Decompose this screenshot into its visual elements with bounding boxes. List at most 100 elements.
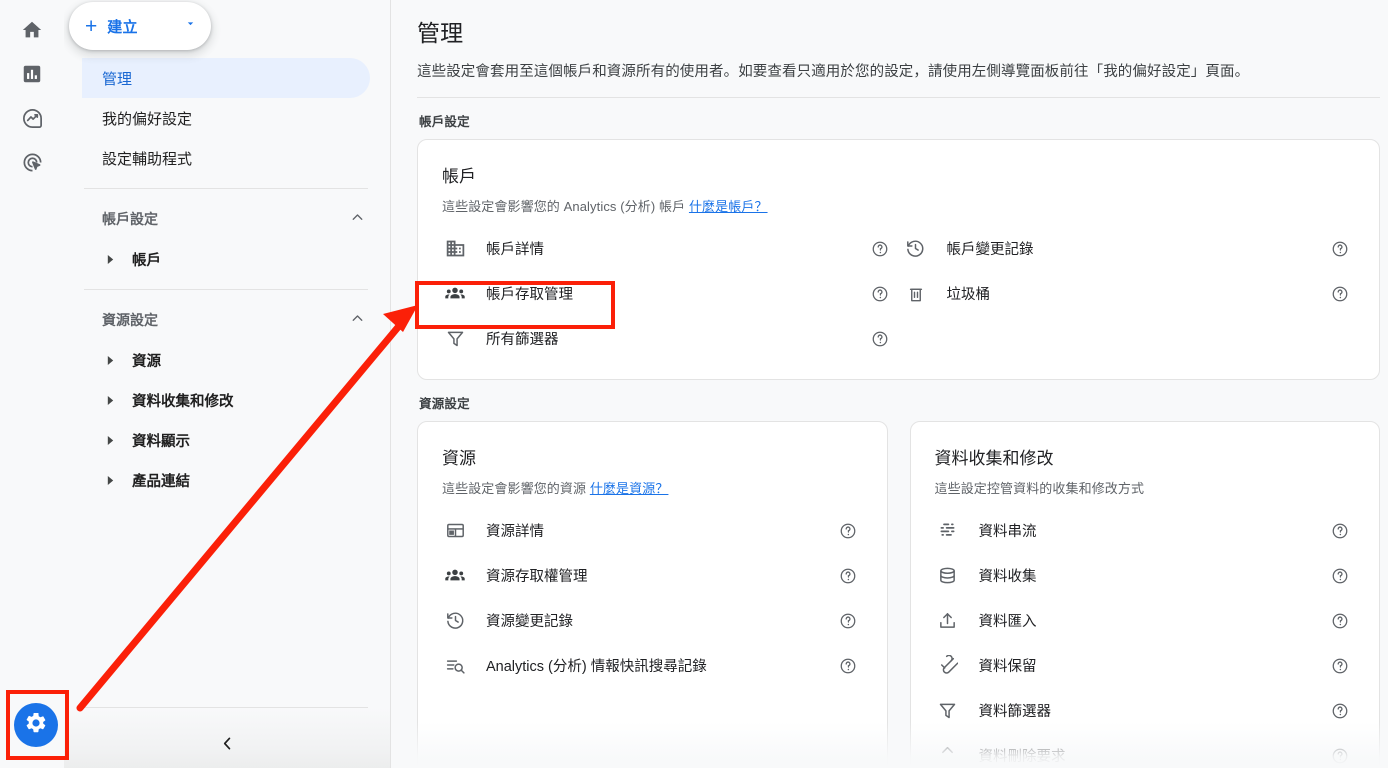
account-card-rows: 帳戶詳情 帳戶存取管理 所有篩選器 帳戶變更記錄 垃圾桶: [442, 226, 1363, 361]
row-intelligence-search-history[interactable]: Analytics (分析) 情報快訊搜尋記錄: [442, 643, 871, 688]
create-button-label: 建立: [107, 18, 138, 36]
help-icon[interactable]: [1331, 285, 1351, 303]
create-button[interactable]: + 建立: [69, 2, 211, 50]
history-icon: [442, 610, 468, 631]
property-card-title: 資源: [442, 449, 476, 468]
row-label: 資料篩選器: [978, 704, 1052, 720]
help-icon[interactable]: [839, 612, 859, 630]
help-icon[interactable]: [1331, 747, 1351, 765]
chevron-down-icon: [184, 17, 197, 35]
magnet-icon: [935, 655, 961, 676]
help-icon[interactable]: [839, 522, 859, 540]
help-icon[interactable]: [1331, 612, 1351, 630]
help-icon[interactable]: [1331, 657, 1351, 675]
row-label: 資源詳情: [486, 524, 544, 540]
data-collection-card-subtitle: 這些設定控管資料的收集和修改方式: [934, 481, 1145, 496]
row-account-change-history[interactable]: 帳戶變更記錄: [903, 226, 1364, 271]
what-is-property-link[interactable]: 什麼是資源？: [590, 481, 669, 496]
section-label-property-settings: 資源設定: [419, 397, 470, 411]
reports-icon: [21, 63, 43, 85]
help-icon[interactable]: [1331, 702, 1351, 720]
help-icon[interactable]: [839, 567, 859, 585]
page-title: 管理: [417, 20, 464, 46]
data-collection-card-title: 資料收集和修改: [934, 449, 1054, 468]
nav-group-account-settings[interactable]: 帳戶設定: [82, 199, 390, 239]
row-property-change-history[interactable]: 資源變更記錄: [442, 598, 871, 643]
main-content: 管理 這些設定會套用至這個帳戶和資源所有的使用者。如要查看只適用於您的設定，請使…: [391, 0, 1388, 768]
chevron-up-icon: [349, 209, 366, 229]
collapse-nav-button[interactable]: [64, 734, 390, 758]
triangle-right-icon: [102, 395, 118, 405]
property-card-subtitle: 這些設定會影響您的資源 什麼是資源？: [442, 478, 871, 497]
row-all-filters[interactable]: 所有篩選器: [442, 316, 903, 361]
nav-subitem-label: 產品連結: [132, 473, 190, 490]
row-data-retention[interactable]: 資料保留: [935, 643, 1364, 688]
account-card-left-column: 帳戶詳情 帳戶存取管理 所有篩選器: [442, 226, 903, 361]
property-card-rows: 資源詳情 資源存取權管理 資源變更記錄 Analytics (分析) 情報快訊搜…: [442, 508, 871, 688]
row-label: 資料匯入: [978, 614, 1037, 630]
row-spacer: [903, 316, 1364, 361]
row-label: 帳戶詳情: [486, 242, 544, 258]
row-data-streams[interactable]: 資料串流: [935, 508, 1364, 553]
row-property-details[interactable]: 資源詳情: [442, 508, 871, 553]
nav-subitem-label: 資料顯示: [132, 433, 190, 450]
upload-icon: [935, 610, 961, 631]
row-trash[interactable]: 垃圾桶: [903, 271, 1364, 316]
database-icon: [935, 565, 961, 586]
row-label: 資源存取權管理: [486, 569, 588, 585]
nav-subitem-data-collection[interactable]: 資料收集和修改: [82, 380, 370, 420]
data-collection-card-rows: 資料串流 資料收集 資料匯入 資料保留 資料篩選器 資料刪除要求: [935, 508, 1364, 768]
nav-subitem-account[interactable]: 帳戶: [82, 239, 370, 279]
property-details-icon: [442, 520, 468, 541]
rail-item-advertising[interactable]: [12, 142, 52, 182]
help-icon[interactable]: [871, 330, 891, 348]
header-divider: [417, 97, 1380, 98]
row-data-filters[interactable]: 資料篩選器: [935, 688, 1364, 733]
row-label: 資料串流: [978, 524, 1037, 540]
help-icon[interactable]: [1331, 522, 1351, 540]
settings-nav-panel: + 建立 管理 我的偏好設定 設定輔助程式 帳戶設定 帳戶 資源設定 資源 資料…: [64, 0, 391, 768]
row-label: 資料保留: [978, 659, 1037, 675]
help-icon[interactable]: [1331, 240, 1351, 258]
account-card-subtitle: 這些設定會影響您的 Analytics (分析) 帳戶 什麼是帳戶？: [442, 196, 1363, 215]
nav-item-setup-assistant[interactable]: 設定輔助程式: [82, 138, 370, 178]
group-icon: [442, 283, 468, 305]
triangle-right-icon: [102, 355, 118, 365]
nav-subitem-product-links[interactable]: 產品連結: [82, 460, 370, 500]
nav-subitem-data-display[interactable]: 資料顯示: [82, 420, 370, 460]
data-stream-icon: [935, 520, 961, 541]
row-data-collection[interactable]: 資料收集: [935, 553, 1364, 598]
rail-item-explore[interactable]: [12, 98, 52, 138]
row-account-access-management[interactable]: 帳戶存取管理: [442, 271, 903, 316]
search-list-icon: [442, 655, 468, 676]
rail-item-home[interactable]: [12, 10, 52, 50]
nav-divider: [84, 289, 368, 290]
help-icon[interactable]: [871, 240, 891, 258]
help-icon[interactable]: [1331, 567, 1351, 585]
nav-item-admin[interactable]: 管理: [82, 58, 370, 98]
triangle-right-icon: [102, 475, 118, 485]
chevron-up-icon: [349, 310, 366, 330]
nav-list: 管理 我的偏好設定 設定輔助程式 帳戶設定 帳戶 資源設定 資源 資料收集和修改…: [64, 0, 390, 500]
account-card-subtitle-text: 這些設定會影響您的 Analytics (分析) 帳戶: [442, 199, 686, 214]
nav-group-property-settings[interactable]: 資源設定: [82, 300, 390, 340]
nav-subitem-property[interactable]: 資源: [82, 340, 370, 380]
history-icon: [903, 238, 929, 259]
row-label: 垃圾桶: [946, 287, 991, 303]
row-label: 資料收集: [978, 569, 1037, 585]
what-is-account-link[interactable]: 什麼是帳戶？: [689, 199, 768, 214]
help-icon[interactable]: [839, 657, 859, 675]
row-data-import[interactable]: 資料匯入: [935, 598, 1364, 643]
nav-item-my-preferences[interactable]: 我的偏好設定: [82, 98, 370, 138]
nav-subitem-label: 資源: [132, 353, 161, 370]
chevron-left-icon: [218, 734, 237, 758]
plus-icon: +: [85, 14, 98, 38]
domain-icon: [442, 238, 468, 259]
row-label: 帳戶變更記錄: [946, 242, 1034, 258]
home-icon: [21, 19, 43, 41]
help-icon[interactable]: [871, 285, 891, 303]
rail-item-reports[interactable]: [12, 54, 52, 94]
row-property-access-management[interactable]: 資源存取權管理: [442, 553, 871, 598]
row-account-details[interactable]: 帳戶詳情: [442, 226, 903, 271]
row-data-deletion-requests[interactable]: 資料刪除要求: [935, 733, 1364, 768]
